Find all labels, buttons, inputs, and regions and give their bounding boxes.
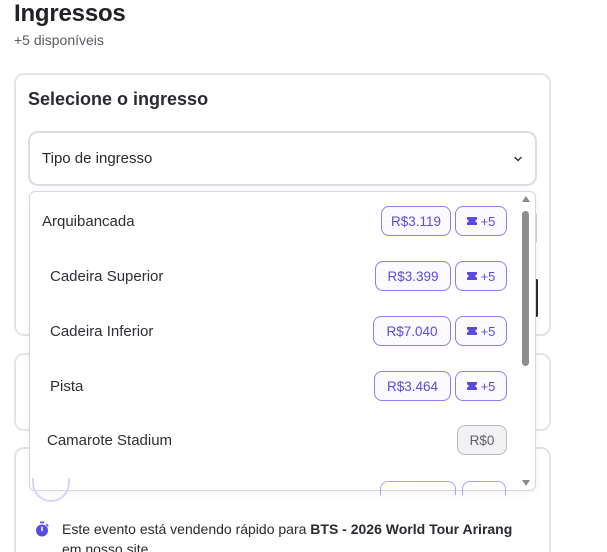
- ticket-type-select-label: Tipo de ingresso: [42, 150, 153, 167]
- ticket-option[interactable]: Cadeira Superior R$3.399 +5: [30, 256, 520, 296]
- ticket-option-name: Cadeira Superior: [50, 267, 164, 285]
- ticket-price: R$3.399: [387, 268, 439, 284]
- ticket-availability: +5: [480, 268, 496, 284]
- scroll-down-arrow-icon[interactable]: [522, 480, 530, 486]
- ticket-availability: +5: [480, 213, 496, 229]
- ticket-availability-badge: +5: [455, 261, 507, 291]
- scroll-up-arrow-icon[interactable]: [522, 196, 530, 202]
- ticket-price-badge: R$3.399: [375, 261, 451, 291]
- ticket-availability-badge: +5: [455, 371, 507, 401]
- ticket-price: R$7.040: [386, 323, 438, 339]
- ticket-price-badge: R$3.464: [374, 371, 451, 401]
- partially-hidden-price-badge: [380, 481, 456, 495]
- ticket-icon: [466, 217, 477, 225]
- notice-text-continued: em nosso site: [62, 541, 149, 552]
- ticket-icon: [466, 272, 477, 280]
- ticket-icon: [466, 327, 477, 335]
- select-ticket-heading: Selecione o ingresso: [28, 89, 209, 109]
- ticket-availability: +5: [480, 323, 496, 339]
- ticket-price-badge: R$7.040: [373, 316, 451, 346]
- ticket-availability-badge: +5: [455, 316, 507, 346]
- ticket-option[interactable]: Camarote Stadium R$0: [30, 420, 520, 460]
- divider: [536, 214, 537, 242]
- ticket-option[interactable]: Pista R$3.464 +5: [30, 366, 520, 406]
- ticket-icon: [466, 382, 477, 390]
- ticket-price-badge: R$0: [457, 425, 507, 455]
- availability-subtitle: +5 disponíveis: [14, 32, 104, 48]
- ticket-option-name: Camarote Stadium: [47, 431, 173, 449]
- page-title: Ingressos: [14, 0, 126, 27]
- stopwatch-icon: [36, 521, 49, 537]
- ticket-price-badge: R$3.119: [381, 206, 451, 236]
- dropdown-scrollbar[interactable]: [519, 192, 533, 490]
- partially-hidden-availability-badge: [462, 481, 506, 495]
- scrollbar-thumb[interactable]: [522, 211, 529, 366]
- ticket-option-name: Arquibancada: [42, 212, 135, 230]
- event-name: BTS - 2026 World Tour Arirang: [310, 521, 513, 537]
- ticket-option[interactable]: Arquibancada R$3.119 +5: [30, 201, 520, 241]
- chevron-down-icon: [514, 156, 522, 161]
- ticket-price: R$0: [469, 432, 495, 448]
- ticket-price: R$3.464: [386, 378, 439, 394]
- ticket-option-name: Pista: [50, 377, 84, 395]
- ticket-type-dropdown[interactable]: Arquibancada R$3.119 +5 Cadeira Superior…: [29, 191, 536, 491]
- ticket-option[interactable]: Cadeira Inferior R$7.040 +5: [30, 311, 520, 351]
- notice-text: Este evento está vendendo rápido para: [62, 521, 311, 537]
- ticket-availability-badge: +5: [455, 206, 507, 236]
- ticket-type-select[interactable]: Tipo de ingresso: [28, 131, 537, 186]
- ticket-availability: +5: [480, 378, 496, 394]
- ticket-price: R$3.119: [390, 213, 442, 229]
- ticket-option-name: Cadeira Inferior: [50, 322, 154, 340]
